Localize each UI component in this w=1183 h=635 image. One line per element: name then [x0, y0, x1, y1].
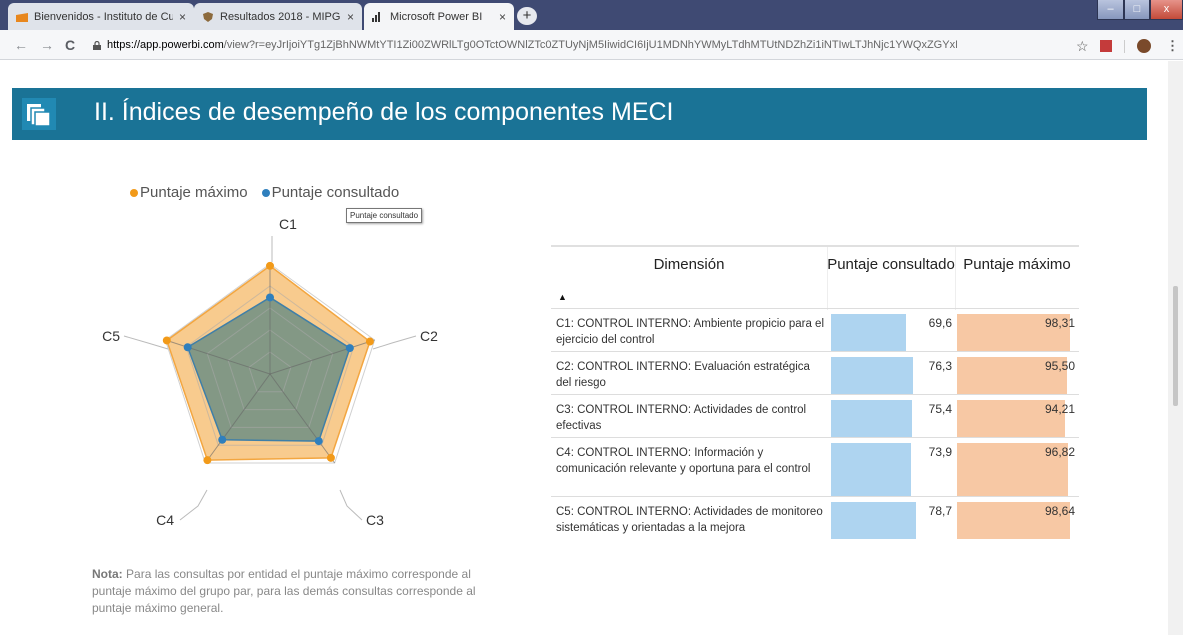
sort-ascending-icon[interactable]: ▲ — [558, 292, 567, 302]
axis-leader-line — [123, 335, 169, 350]
toolbar-divider — [1124, 40, 1125, 53]
consulted-value: 75,4 — [928, 402, 952, 416]
footnote-text: Para las consultas por entidad el puntaj… — [92, 567, 476, 615]
menu-icon[interactable]: ⋮ — [1166, 38, 1179, 54]
axis-label-c2: C2 — [420, 328, 438, 344]
axis-leader-line — [339, 489, 363, 521]
data-point-consulted — [266, 293, 274, 302]
footnote: Nota: Para las consultas por entidad el … — [92, 566, 482, 617]
row-dimension: C3: CONTROL INTERNO: Actividades de cont… — [556, 404, 807, 432]
pdf-extension-icon[interactable] — [1100, 40, 1112, 52]
table-body: C1: CONTROL INTERNO: Ambiente propicio p… — [551, 308, 1079, 539]
column-header-max[interactable]: Puntaje máximo — [955, 255, 1079, 274]
table-row[interactable]: C3: CONTROL INTERNO: Actividades de cont… — [551, 394, 1079, 437]
data-point-consulted — [183, 343, 192, 352]
chart-tooltip: Puntaje consultado — [346, 208, 423, 223]
data-point-max — [266, 261, 274, 270]
row-dimension: C2: CONTROL INTERNO: Evaluación estratég… — [556, 361, 810, 389]
consulted-value: 73,9 — [928, 445, 952, 459]
consulted-value: 69,6 — [928, 316, 952, 330]
scores-table: Dimensión Puntaje consultado Puntaje máx… — [551, 245, 1079, 539]
bookmark-star-icon[interactable]: ☆ — [1076, 38, 1089, 55]
table-row[interactable]: C5: CONTROL INTERNO: Actividades de moni… — [551, 496, 1079, 539]
data-point-max — [162, 336, 171, 345]
profile-avatar[interactable] — [1137, 39, 1151, 53]
max-value: 94,21 — [1044, 402, 1075, 416]
consulted-value: 78,7 — [928, 504, 952, 518]
maximize-button[interactable]: □ — [1124, 0, 1150, 20]
radar-chart: C1 C2 C3 C4 C5 — [102, 216, 438, 528]
row-dimension: C1: CONTROL INTERNO: Ambiente propicio p… — [556, 318, 824, 346]
column-divider — [827, 247, 828, 310]
table-header: Dimensión Puntaje consultado Puntaje máx… — [551, 245, 1079, 310]
table-row[interactable]: C1: CONTROL INTERNO: Ambiente propicio p… — [551, 308, 1079, 351]
data-point-consulted — [345, 344, 354, 353]
max-value: 96,82 — [1044, 445, 1075, 459]
consulted-value: 76,3 — [928, 359, 952, 373]
axis-label-c4: C4 — [156, 512, 174, 528]
data-point-consulted — [218, 435, 227, 444]
table-row[interactable]: C2: CONTROL INTERNO: Evaluación estratég… — [551, 351, 1079, 394]
max-value: 98,64 — [1044, 504, 1075, 518]
column-header-consulted[interactable]: Puntaje consultado — [827, 255, 955, 274]
row-dimension: C5: CONTROL INTERNO: Actividades de moni… — [556, 506, 823, 534]
axis-label-c1: C1 — [279, 216, 297, 232]
data-point-consulted — [314, 437, 323, 446]
data-point-max — [326, 453, 335, 462]
minimize-button[interactable]: – — [1097, 0, 1124, 20]
data-point-max — [203, 456, 212, 465]
close-window-button[interactable]: x — [1150, 0, 1183, 20]
column-header-dimension[interactable]: Dimensión — [551, 255, 827, 274]
max-value: 98,31 — [1044, 316, 1075, 330]
axis-label-c3: C3 — [366, 512, 384, 528]
axis-leader-line — [372, 335, 417, 350]
page-scrollbar[interactable] — [1168, 61, 1183, 635]
scrollbar-thumb[interactable] — [1173, 286, 1178, 406]
axis-leader-line — [179, 489, 208, 521]
row-dimension: C4: CONTROL INTERNO: Información y comun… — [556, 447, 811, 475]
max-value: 95,50 — [1044, 359, 1075, 373]
footnote-label: Nota: — [92, 567, 123, 581]
axis-label-c5: C5 — [102, 328, 120, 344]
table-row[interactable]: C4: CONTROL INTERNO: Información y comun… — [551, 437, 1079, 496]
column-divider — [955, 247, 956, 310]
data-point-max — [365, 337, 374, 346]
